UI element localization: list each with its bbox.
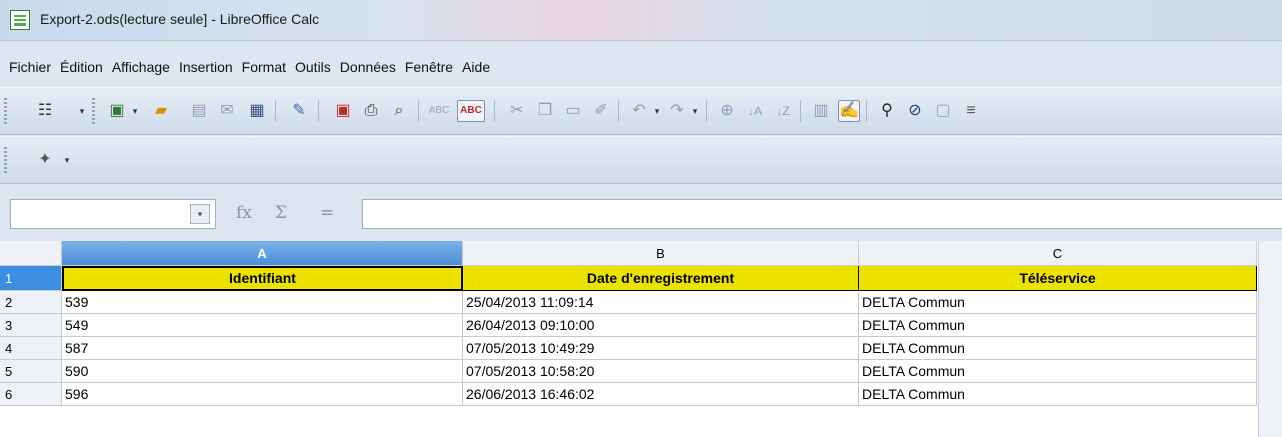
cell-a1[interactable]: Identifiant <box>62 266 463 291</box>
toolbar-menu-icon[interactable]: ☷ <box>34 100 56 122</box>
cell-c3[interactable]: DELTA Commun <box>859 314 1257 337</box>
menu-affichage[interactable]: Affichage <box>112 59 170 75</box>
toolbar-separator <box>494 100 495 122</box>
draw-icon[interactable]: ✍ <box>838 100 860 122</box>
toolbar-grip[interactable] <box>92 98 95 124</box>
sort-asc-icon[interactable]: ↓A <box>744 100 766 122</box>
menu-aide[interactable]: Aide <box>462 59 490 75</box>
datasource-icon[interactable]: ≡ <box>960 100 982 122</box>
row-header-4[interactable]: 4 <box>0 337 62 360</box>
row-header-5[interactable]: 5 <box>0 360 62 383</box>
open-icon[interactable]: ▰ <box>150 100 172 122</box>
toolbar-grip[interactable] <box>4 147 7 173</box>
undo-dropdown-icon[interactable]: ▾ <box>652 102 662 120</box>
redo-icon[interactable]: ↷ <box>666 100 688 122</box>
find-icon[interactable]: ⚲ <box>876 100 898 122</box>
toolbar-grip[interactable] <box>4 98 7 124</box>
toolbar-options-dropdown[interactable]: ▾ <box>77 102 87 120</box>
menu-donnees[interactable]: Données <box>340 59 396 75</box>
cell-b5[interactable]: 07/05/2013 10:58:20 <box>463 360 859 383</box>
calc-icon <box>10 10 30 30</box>
menu-outils[interactable]: Outils <box>295 59 331 75</box>
toolbar-separator <box>275 100 276 122</box>
cell-a3[interactable]: 549 <box>62 314 463 337</box>
print-preview-icon[interactable]: ⌕ <box>388 100 410 122</box>
sort-desc-icon[interactable]: ↓Z <box>772 100 794 122</box>
select-all-corner[interactable] <box>0 241 62 266</box>
row-header-1[interactable]: 1 <box>0 266 62 291</box>
toolbar-separator <box>800 100 801 122</box>
row-header-6[interactable]: 6 <box>0 383 62 406</box>
column-header-c[interactable]: C <box>859 241 1257 266</box>
edit-icon[interactable]: ✎ <box>288 100 310 122</box>
secondary-toolbar: ✦ ▾ <box>0 136 1282 184</box>
cell-c6[interactable]: DELTA Commun <box>859 383 1257 406</box>
cell-c1[interactable]: Téléservice <box>859 266 1257 291</box>
spreadsheet-grid: A B C 1 Identifiant Date d'enregistremen… <box>0 241 1282 437</box>
row-header-3[interactable]: 3 <box>0 314 62 337</box>
window-title: Export-2.ods(lecture seule] - LibreOffic… <box>40 11 320 27</box>
toolbar-separator <box>866 100 867 122</box>
cell-c5[interactable]: DELTA Commun <box>859 360 1257 383</box>
hyperlink-icon[interactable]: ⊕ <box>716 100 738 122</box>
menu-bar: Fichier Édition Affichage Insertion Form… <box>0 47 1282 87</box>
cell-b1[interactable]: Date d'enregistrement <box>463 266 859 291</box>
standard-toolbar: ☷ ▾ ▣ ▾ ▰ ▤ ✉ ▦ ✎ ▣ ⎙ ⌕ ABC ABC ✂ ❐ ▭ ✐ … <box>0 87 1282 135</box>
toolbar-separator <box>318 100 319 122</box>
menu-edition[interactable]: Édition <box>60 59 103 75</box>
navigator-icon[interactable]: ⊘ <box>904 100 926 122</box>
sum-icon[interactable]: Σ <box>275 203 287 223</box>
cell-c2[interactable]: DELTA Commun <box>859 291 1257 314</box>
new-dropdown-icon[interactable]: ▾ <box>130 102 140 120</box>
cell-b2[interactable]: 25/04/2013 11:09:14 <box>463 291 859 314</box>
toolbar-separator <box>618 100 619 122</box>
cell-a5[interactable]: 590 <box>62 360 463 383</box>
undo-icon[interactable]: ↶ <box>628 100 650 122</box>
print-icon[interactable]: ⎙ <box>360 100 382 122</box>
spellcheck-icon[interactable]: ABC <box>428 100 450 122</box>
clone-format-icon[interactable]: ✐ <box>590 100 612 122</box>
menu-fichier[interactable]: Fichier <box>9 59 51 75</box>
redo-dropdown-icon[interactable]: ▾ <box>690 102 700 120</box>
menu-fenetre[interactable]: Fenêtre <box>405 59 453 75</box>
chart-icon[interactable]: ▥ <box>810 100 832 122</box>
save-icon[interactable]: ▤ <box>188 100 210 122</box>
name-box[interactable] <box>10 199 216 229</box>
menu-format[interactable]: Format <box>242 59 286 75</box>
toolbar-separator <box>706 100 707 122</box>
insert-icon[interactable]: ✦ <box>34 149 56 171</box>
title-bar: Export-2.ods(lecture seule] - LibreOffic… <box>0 0 1282 41</box>
paste-icon[interactable]: ▭ <box>562 100 584 122</box>
gallery-icon[interactable]: ▢ <box>932 100 954 122</box>
cell-a2[interactable]: 539 <box>62 291 463 314</box>
copy-icon[interactable]: ❐ <box>534 100 556 122</box>
toolbar-separator <box>418 100 419 122</box>
name-box-dropdown-icon[interactable]: ▾ <box>190 204 210 224</box>
cell-b6[interactable]: 26/06/2013 16:46:02 <box>463 383 859 406</box>
save-as-icon[interactable]: ▦ <box>246 100 268 122</box>
column-header-b[interactable]: B <box>463 241 859 266</box>
email-icon[interactable]: ✉ <box>216 100 238 122</box>
cut-icon[interactable]: ✂ <box>506 100 528 122</box>
equals-icon[interactable]: = <box>320 203 334 223</box>
autospell-icon[interactable]: ABC <box>457 100 485 122</box>
function-wizard-icon[interactable]: fx <box>236 203 252 223</box>
row-header-2[interactable]: 2 <box>0 291 62 314</box>
cell-a4[interactable]: 587 <box>62 337 463 360</box>
export-pdf-icon[interactable]: ▣ <box>332 100 354 122</box>
formula-bar: ▾ fx Σ = <box>0 185 1282 241</box>
cell-b3[interactable]: 26/04/2013 09:10:00 <box>463 314 859 337</box>
vertical-scrollbar[interactable] <box>1258 241 1282 437</box>
toolbar-options-dropdown[interactable]: ▾ <box>62 151 72 169</box>
cell-c4[interactable]: DELTA Commun <box>859 337 1257 360</box>
menu-insertion[interactable]: Insertion <box>179 59 233 75</box>
new-icon[interactable]: ▣ <box>106 100 128 122</box>
cell-b4[interactable]: 07/05/2013 10:49:29 <box>463 337 859 360</box>
cell-a6[interactable]: 596 <box>62 383 463 406</box>
formula-input[interactable] <box>362 199 1282 229</box>
column-header-a[interactable]: A <box>62 241 463 266</box>
